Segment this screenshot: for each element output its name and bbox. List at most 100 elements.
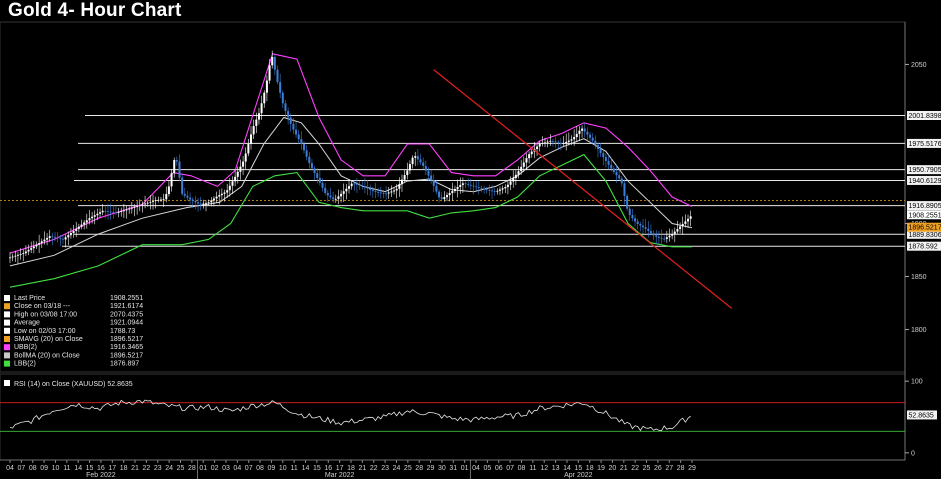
candle-body: [604, 157, 607, 161]
candle-body: [83, 222, 86, 225]
x-tick-label: 09: [40, 465, 48, 472]
candle-body: [369, 188, 372, 190]
candle-body: [215, 196, 218, 199]
candle-body: [337, 196, 340, 199]
candle-body: [72, 230, 75, 234]
candle-body: [202, 203, 205, 205]
price-tick-label: 1850: [911, 274, 927, 281]
candle-body: [345, 188, 348, 192]
candle-body: [43, 239, 46, 242]
candle-body: [186, 195, 189, 198]
time-axis-ticks: 04 07 08 09 10 11 14 15 16 17 18 21 22 23 24 25 28 01 02 03…: [6, 460, 696, 479]
x-tick-label: 23: [381, 465, 389, 472]
x-tick-label: 14: [563, 465, 571, 472]
candle-body: [615, 172, 618, 176]
rsi-tick-label: 0: [911, 450, 915, 457]
x-tick-label: 07: [17, 465, 25, 472]
candle-body: [287, 111, 290, 118]
candle-body: [602, 153, 605, 158]
candle-body: [554, 141, 557, 143]
candle-body: [419, 159, 422, 163]
x-tick-label: 17: [108, 465, 116, 472]
candle-body: [157, 199, 160, 201]
candle-body: [687, 218, 690, 222]
candle-body: [636, 221, 639, 225]
candle-body: [91, 216, 94, 219]
candle-body: [242, 161, 245, 167]
x-tick-label: 08: [518, 465, 526, 472]
candle-body: [11, 256, 14, 258]
legend-swatch: [4, 360, 10, 367]
candle-body: [279, 82, 282, 93]
candle-body: [461, 183, 464, 185]
candle-body: [599, 149, 602, 154]
x-tick-label: 15: [86, 465, 94, 472]
candle-body: [591, 137, 594, 141]
candle-body: [475, 186, 478, 188]
candle-body: [54, 236, 57, 238]
candle-body: [199, 203, 202, 205]
candle-body: [99, 212, 102, 214]
candle-body: [85, 220, 88, 223]
candle-body: [276, 69, 279, 83]
candle-body: [594, 140, 597, 145]
candle-body: [649, 231, 652, 234]
candle-body: [59, 238, 62, 239]
candle-body: [549, 140, 552, 142]
candle-body: [432, 180, 435, 186]
candle-body: [93, 215, 96, 217]
candle-body: [318, 177, 321, 183]
candle-body: [109, 211, 112, 213]
x-tick-label: 26: [654, 465, 662, 472]
candle-body: [559, 142, 562, 144]
candle-body: [573, 137, 576, 140]
candle-body: [520, 166, 523, 172]
x-tick-label: 25: [643, 465, 651, 472]
candle-body: [544, 142, 547, 144]
candle-body: [48, 236, 51, 238]
candle-body: [644, 227, 647, 229]
candle-body: [583, 128, 586, 132]
candle-body: [612, 168, 615, 173]
candle-body: [403, 175, 406, 180]
x-tick-label: 06: [495, 465, 503, 472]
level-label: 1975.5176: [909, 141, 941, 148]
candle-body: [260, 103, 263, 114]
candle-body: [483, 188, 486, 190]
candle-body: [297, 134, 300, 140]
candle-body: [435, 185, 438, 192]
candle-body: [69, 233, 72, 236]
x-tick-label: 04: [472, 465, 480, 472]
legend-value: 1921.6174: [110, 303, 143, 310]
candle-body: [676, 229, 679, 232]
candle-body: [684, 221, 687, 224]
candle-body: [371, 189, 374, 192]
x-tick-label: 18: [347, 465, 355, 472]
x-tick-label: 11: [291, 465, 298, 472]
candle-body: [472, 185, 475, 187]
x-tick-label: 08: [29, 465, 37, 472]
candle-body: [498, 189, 501, 191]
month-label: Feb 2022: [86, 472, 116, 479]
candle-body: [382, 192, 385, 194]
candle-body: [448, 193, 451, 196]
candle-body: [96, 213, 99, 216]
candle-body: [152, 201, 155, 202]
candle-body: [80, 224, 83, 227]
x-tick-label: 14: [74, 465, 82, 472]
x-tick-label: 28: [415, 465, 423, 472]
x-tick-label: 30: [438, 465, 446, 472]
candle-body: [665, 237, 668, 239]
candle-body: [51, 236, 54, 238]
legend-swatch: [4, 319, 10, 326]
candle-body: [265, 80, 268, 93]
candle-body: [496, 190, 499, 192]
candle-body: [681, 223, 684, 227]
candle-body: [255, 119, 258, 126]
x-tick-label: 21: [131, 465, 139, 472]
candle-body: [538, 143, 541, 147]
candle-body: [385, 193, 388, 195]
legend-value: 2070.4375: [110, 311, 143, 318]
candle-body: [541, 143, 544, 145]
candle-body: [141, 204, 144, 206]
